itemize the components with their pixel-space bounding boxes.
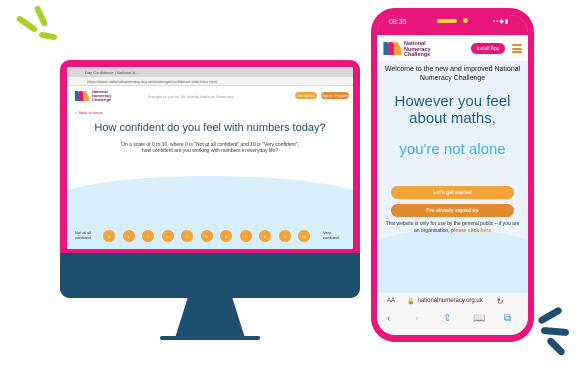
welcome-text: Welcome to the new and improved National…: [384, 66, 521, 82]
scale-option-0[interactable]: 0: [103, 230, 115, 242]
organisation-link[interactable]: please click here: [451, 228, 491, 234]
back-icon[interactable]: ‹: [387, 313, 390, 324]
bookmarks-icon[interactable]: 📖: [473, 313, 485, 324]
browser-tab-title: Day Confidence | National N...: [85, 69, 139, 75]
monitor-chin: [60, 253, 360, 298]
browser-tab[interactable]: Day Confidence | National N...: [67, 67, 353, 77]
scale-option-2[interactable]: 2: [142, 230, 154, 242]
scale-option-4[interactable]: 4: [181, 230, 193, 242]
notch-dot: [463, 18, 468, 23]
get-started-button[interactable]: Get started: [295, 92, 317, 99]
monitor-base: [160, 336, 260, 340]
decorative-splash-bottom-right: [545, 336, 567, 357]
phone-site-header: National Numeracy Challenge Install App: [377, 35, 528, 61]
national-numeracy-logo[interactable]: [383, 42, 402, 55]
national-numeracy-logo[interactable]: [75, 91, 89, 101]
notch-indicator: [437, 19, 457, 23]
decorative-splash-bottom-right: [540, 326, 570, 337]
hamburger-menu-icon[interactable]: [512, 44, 522, 53]
forward-icon[interactable]: ›: [415, 313, 418, 324]
logo-text: National Numeracy Challenge: [92, 89, 112, 102]
back-to-home-link[interactable]: < Back to home: [75, 110, 103, 115]
share-icon[interactable]: ⇧: [443, 313, 451, 324]
decorative-splash-top-left: [15, 14, 39, 34]
lets-get-started-button[interactable]: Let's get started: [391, 186, 514, 199]
page-title: How confident do you feel with numbers t…: [94, 122, 326, 134]
safari-toolbar: ‹ › ⇧ 📖 ⧉: [377, 309, 528, 335]
sign-in-button[interactable]: Sign in / Register: [321, 92, 349, 99]
hero-heading: However you feel about maths,: [394, 93, 511, 127]
logo-text: National Numeracy Challenge: [404, 41, 431, 58]
question-description: On a scale of 0 to 10, where 0 is "Not a…: [121, 142, 299, 154]
scale-option-10[interactable]: 10: [298, 230, 310, 242]
decorative-splash-top-left: [33, 4, 49, 28]
reload-icon[interactable]: ↻: [497, 297, 504, 306]
hero-subheading: you're not alone: [399, 141, 506, 158]
already-signed-up-button[interactable]: I've already signed up: [391, 204, 514, 217]
address-url: https://www.nationalnumeracy.org.uk/chal…: [87, 78, 217, 84]
scale-option-8[interactable]: 8: [259, 230, 271, 242]
scale-right-label: Very confident: [323, 230, 340, 240]
header-tagline: Brought to you by UK charity National Nu…: [148, 93, 235, 99]
decorative-splash-bottom-right: [536, 305, 564, 326]
text-size-button[interactable]: AA: [387, 298, 395, 304]
status-time: 08:35: [389, 19, 407, 26]
scale-option-3[interactable]: 3: [161, 230, 174, 242]
signal-wifi-battery-icon: ▪▪◆▮: [493, 19, 510, 25]
tabs-icon[interactable]: ⧉: [504, 313, 511, 324]
desktop-screen: Day Confidence | National N... https://w…: [67, 67, 353, 249]
scale-option-5[interactable]: 5: [200, 230, 213, 242]
scale-option-7[interactable]: 7: [239, 230, 252, 242]
site-header: National Numeracy Challenge Brought to y…: [67, 86, 353, 106]
install-app-button[interactable]: Install App: [471, 43, 505, 54]
mobile-phone: 08:35 ▪▪◆▮ National Numeracy Challenge I…: [371, 8, 534, 342]
desktop-monitor: Day Confidence | National N... https://w…: [60, 60, 360, 298]
phone-screen: 08:35 ▪▪◆▮ National Numeracy Challenge I…: [377, 15, 528, 335]
status-bar: 08:35 ▪▪◆▮: [377, 15, 528, 35]
scale-option-6[interactable]: 6: [220, 230, 232, 242]
scale-option-1[interactable]: 1: [122, 230, 135, 242]
decorative-splash-top-left: [38, 31, 58, 41]
monitor-stand: [175, 298, 245, 338]
scale-left-label: Not at all confident: [75, 230, 92, 240]
address-bar[interactable]: https://www.nationalnumeracy.org.uk/chal…: [67, 77, 353, 86]
confidence-scale: Not at all confident 0 1 2 3 4 5 6 7 8 9 10 Very c…: [67, 230, 353, 244]
organisation-notice: This website is only for use by the gene…: [385, 221, 520, 234]
scale-option-9[interactable]: 9: [278, 230, 291, 242]
lock-icon: 🔒: [407, 298, 415, 305]
safari-address-bar[interactable]: AA 🔒 nationalnumeracy.org.uk ↻: [377, 293, 528, 309]
address-domain: nationalnumeracy.org.uk: [417, 298, 483, 304]
main-content: < Back to home How confident do you feel…: [67, 106, 353, 249]
